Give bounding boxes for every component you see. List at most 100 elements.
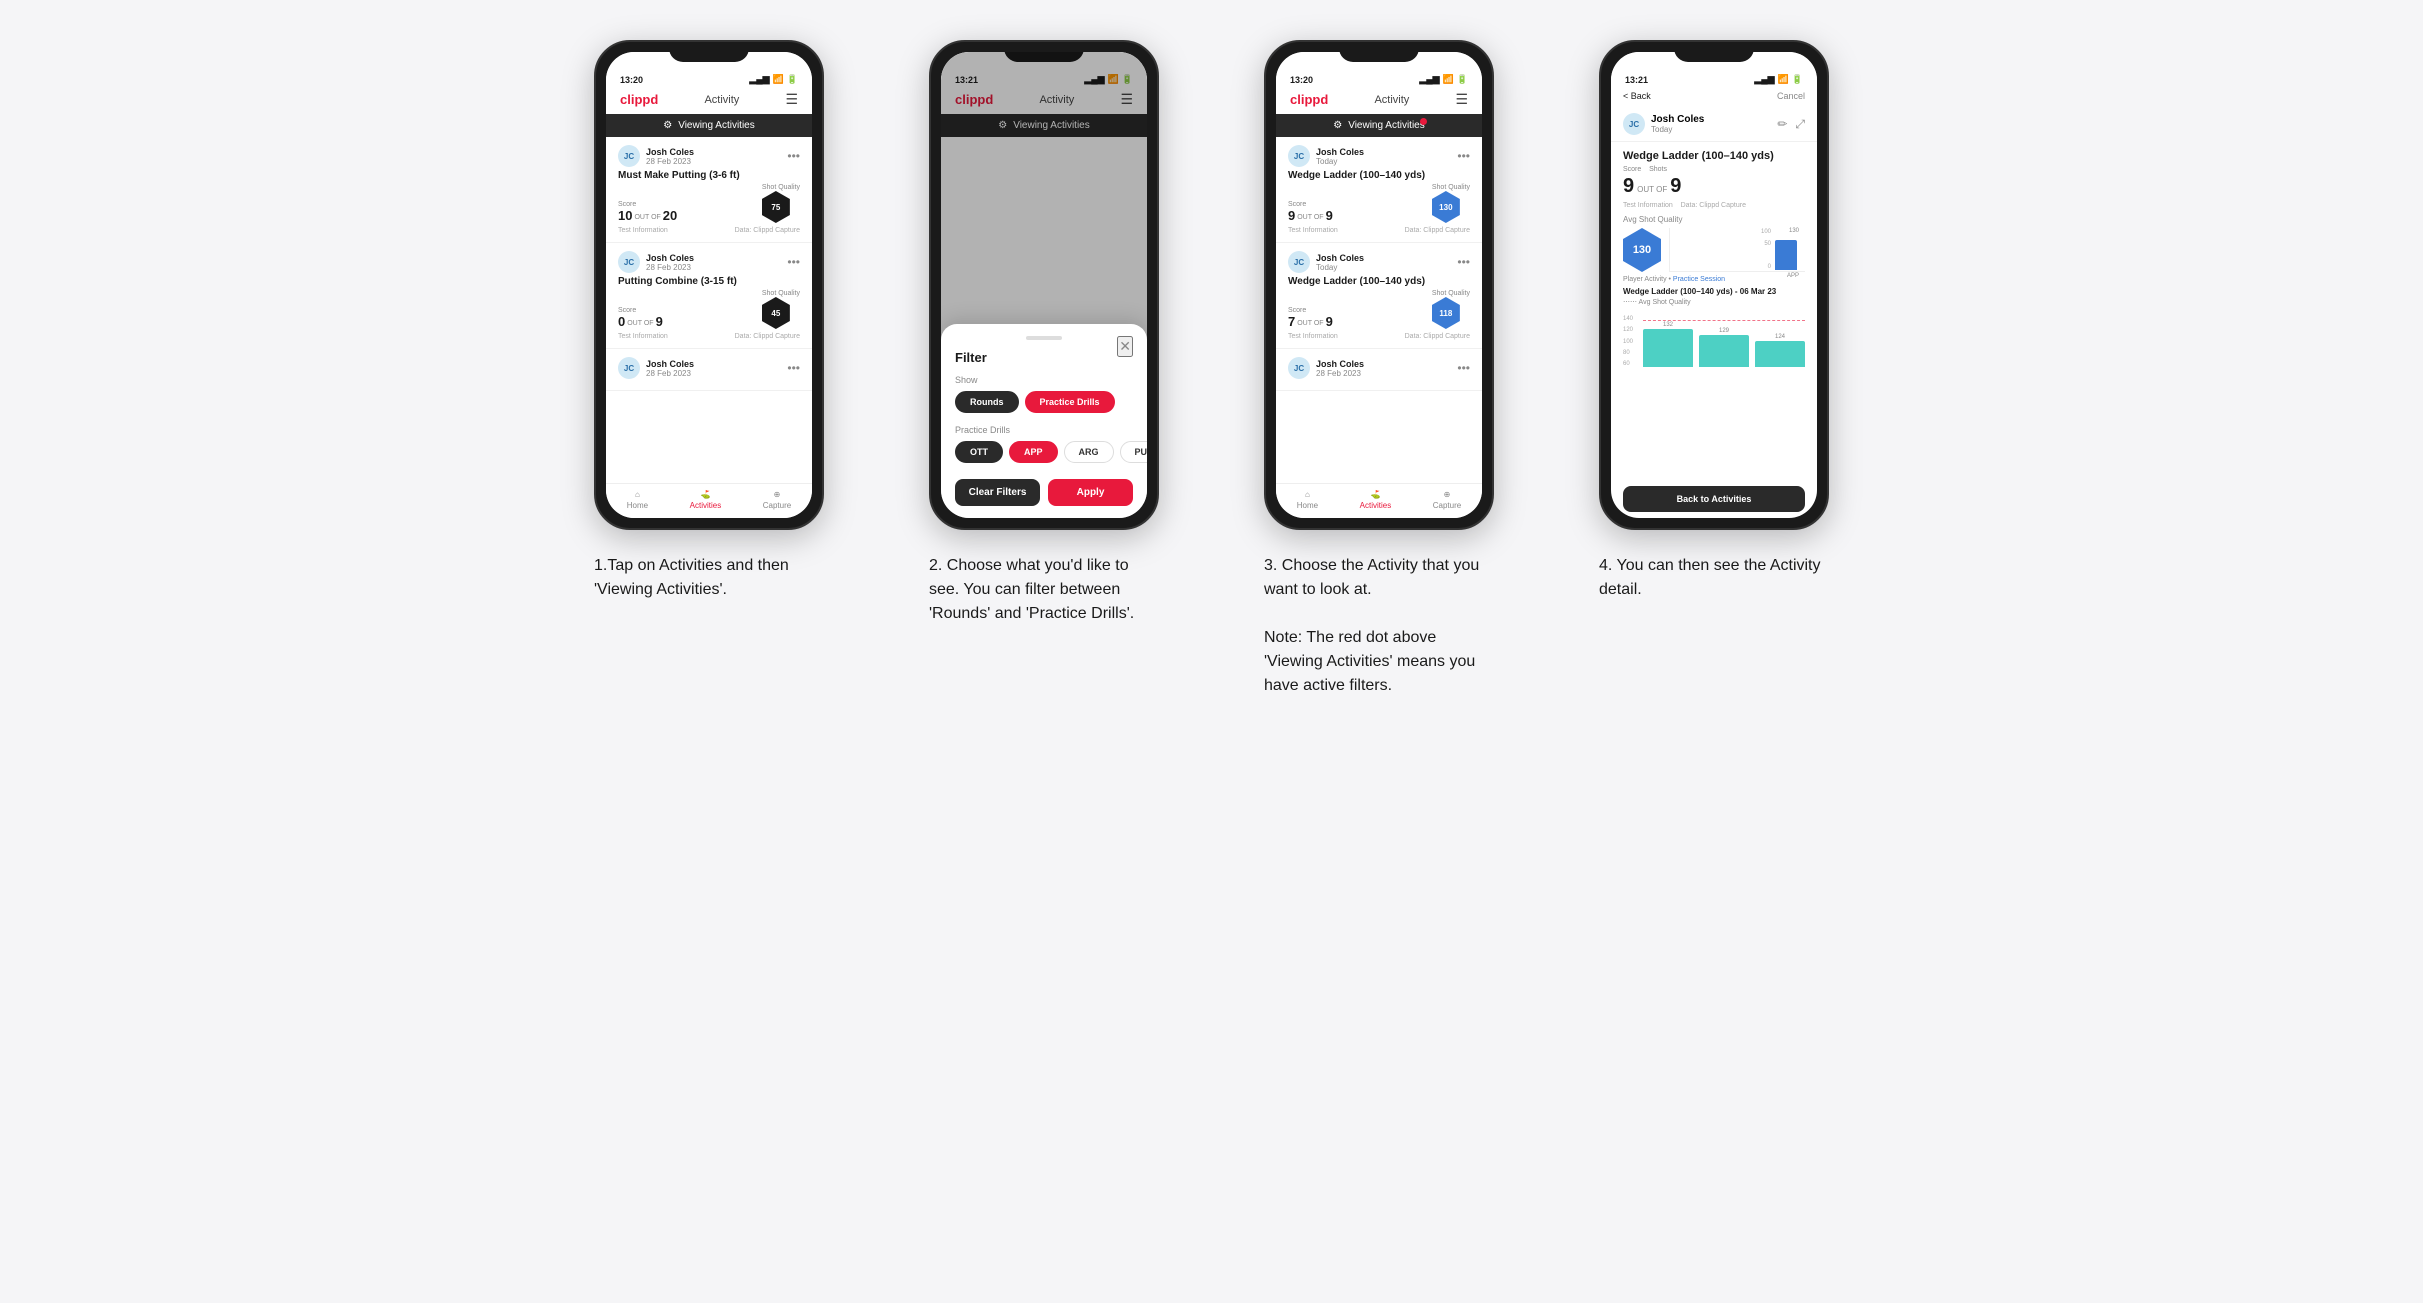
- bar-fill-3-4: [1755, 341, 1805, 367]
- chart-y-0-4: 0: [1768, 264, 1771, 270]
- page-wrapper: 13:20 ▂▄▆ 📶 🔋 clippd Activity ☰ ⚙ Vi: [562, 40, 1862, 698]
- score-value-3-2: 7: [1288, 314, 1295, 329]
- card-footer-3-1: Test Information Data: Clippd Capture: [1288, 227, 1470, 234]
- viewing-bar-1[interactable]: ⚙ Viewing Activities: [606, 114, 812, 137]
- user-info-3-3: Josh Coles 28 Feb 2023: [1316, 359, 1457, 378]
- card-dots-3-3[interactable]: •••: [1457, 361, 1470, 375]
- filter-tag-ott[interactable]: OTT: [955, 441, 1003, 463]
- status-time-1: 13:20: [620, 75, 643, 85]
- score-value-1-1: 10: [618, 208, 632, 223]
- bar-fill-2-4: [1699, 335, 1749, 367]
- capture-label-1: Capture: [763, 501, 791, 510]
- wifi-icon-4: 📶: [1778, 74, 1789, 85]
- nav-activities-3[interactable]: ⛳ Activities: [1360, 490, 1392, 510]
- expand-icon-4[interactable]: ⤢: [1795, 117, 1805, 132]
- sq-hex-3-2: 118: [1432, 297, 1460, 329]
- user-date-3-3: 28 Feb 2023: [1316, 369, 1457, 378]
- activity-card-3-1[interactable]: JC Josh Coles Today ••• Wedge Ladder (10…: [1276, 137, 1482, 243]
- edit-icon-4[interactable]: ✏: [1777, 117, 1787, 132]
- detail-shots-4: 9: [1670, 175, 1681, 198]
- filter-tag-arg[interactable]: ARG: [1064, 441, 1114, 463]
- activity-card-3-3[interactable]: JC Josh Coles 28 Feb 2023 •••: [1276, 349, 1482, 391]
- card-dots-1-1[interactable]: •••: [787, 149, 800, 163]
- clear-filters-button[interactable]: Clear Filters: [955, 479, 1040, 506]
- viewing-label-1: Viewing Activities: [678, 120, 755, 131]
- bar-chart-section-4: Wedge Ladder (100–140 yds) - 06 Mar 23 ⋯…: [1623, 287, 1805, 367]
- detail-user-left-4: JC Josh Coles Today: [1623, 113, 1704, 135]
- user-name-3-1: Josh Coles: [1316, 147, 1457, 157]
- bar-fill-1-4: [1643, 329, 1693, 367]
- card-dots-1-3[interactable]: •••: [787, 361, 800, 375]
- back-to-activities-btn-4[interactable]: Back to Activities: [1623, 486, 1805, 512]
- status-icons-3: ▂▄▆ 📶 🔋: [1419, 74, 1468, 85]
- filter-icon-3: ⚙: [1333, 120, 1342, 131]
- nav-home-3[interactable]: ⌂ Home: [1297, 490, 1318, 510]
- nav-home-1[interactable]: ⌂ Home: [627, 490, 648, 510]
- phone-column-1: 13:20 ▂▄▆ 📶 🔋 clippd Activity ☰ ⚙ Vi: [562, 40, 857, 698]
- phone-4: 13:21 ▂▄▆ 📶 🔋 < Back Cancel JC: [1599, 40, 1829, 530]
- phone-3-inner: 13:20 ▂▄▆ 📶 🔋 clippd Activity ☰ ⚙ Vi: [1276, 52, 1482, 518]
- bar-value-2-4: 129: [1719, 328, 1729, 334]
- card-dots-1-2[interactable]: •••: [787, 255, 800, 269]
- avg-shot-hex-4: 130: [1623, 228, 1661, 272]
- card-footer-1-1: Test Information Data: Clippd Capture: [618, 227, 800, 234]
- card-stats-1-2: Score 0 OUT OF 9 Shot Quality 45: [618, 290, 800, 329]
- sq-hex-3-1: 130: [1432, 191, 1460, 223]
- filter-rounds-pill[interactable]: Rounds: [955, 391, 1019, 413]
- test-info-1-1: Test Information: [618, 227, 668, 234]
- nav-activities-1[interactable]: ⛳ Activities: [690, 490, 722, 510]
- card-dots-3-2[interactable]: •••: [1457, 255, 1470, 269]
- phone-column-4: 13:21 ▂▄▆ 📶 🔋 < Back Cancel JC: [1567, 40, 1862, 698]
- avatar-3-2: JC: [1288, 251, 1310, 273]
- user-name-1-2: Josh Coles: [646, 253, 787, 263]
- card-footer-3-2: Test Information Data: Clippd Capture: [1288, 333, 1470, 340]
- nav-capture-1[interactable]: ⊕ Capture: [763, 490, 791, 510]
- user-name-3-2: Josh Coles: [1316, 253, 1457, 263]
- capture-label-3: Capture: [1433, 501, 1461, 510]
- avatar-3-1: JC: [1288, 145, 1310, 167]
- sq-group-1-1: Shot Quality 75: [762, 184, 800, 223]
- detail-test-info-4: Test Information Data: Clippd Capture: [1623, 202, 1805, 209]
- viewing-bar-3[interactable]: ⚙ Viewing Activities: [1276, 114, 1482, 137]
- activity-card-1-2[interactable]: JC Josh Coles 28 Feb 2023 ••• Putting Co…: [606, 243, 812, 349]
- activity-card-1-1[interactable]: JC Josh Coles 28 Feb 2023 ••• Must Make …: [606, 137, 812, 243]
- apply-button[interactable]: Apply: [1048, 479, 1133, 506]
- chart-bar-label-4: 130: [1789, 228, 1799, 234]
- filter-tag-app[interactable]: APP: [1009, 441, 1058, 463]
- card-stats-3-2: Score 7 OUT OF 9 Shot Quality 118: [1288, 290, 1470, 329]
- user-info-1-2: Josh Coles 28 Feb 2023: [646, 253, 787, 272]
- card-title-1-2: Putting Combine (3-15 ft): [618, 276, 800, 287]
- filter-tag-putt[interactable]: PUTT: [1120, 441, 1147, 463]
- data-capture-1-1: Data: Clippd Capture: [735, 227, 800, 234]
- sq-label-3-1: Shot Quality: [1432, 184, 1470, 191]
- menu-icon-1[interactable]: ☰: [785, 91, 798, 108]
- filter-close-button[interactable]: ✕: [1117, 336, 1133, 357]
- back-button-4[interactable]: < Back: [1623, 91, 1651, 101]
- user-date-1-2: 28 Feb 2023: [646, 263, 787, 272]
- cancel-button-4[interactable]: Cancel: [1777, 91, 1805, 101]
- menu-icon-3[interactable]: ☰: [1455, 91, 1468, 108]
- nav-capture-3[interactable]: ⊕ Capture: [1433, 490, 1461, 510]
- logo-3[interactable]: clippd: [1290, 92, 1328, 107]
- home-label-1: Home: [627, 501, 648, 510]
- battery-icon-4: 🔋: [1792, 74, 1803, 85]
- bar-chart-container-4: 140 120 100 80 60 132: [1623, 312, 1805, 367]
- chart-x-label-4: APP: [1787, 273, 1799, 279]
- logo-1[interactable]: clippd: [620, 92, 658, 107]
- detail-user-row-4: JC Josh Coles Today ✏ ⤢: [1611, 107, 1817, 142]
- user-date-3-1: Today: [1316, 157, 1457, 166]
- card-dots-3-1[interactable]: •••: [1457, 149, 1470, 163]
- notch-1: [669, 42, 749, 62]
- activity-card-1-3[interactable]: JC Josh Coles 28 Feb 2023 •••: [606, 349, 812, 391]
- filter-drills-pill[interactable]: Practice Drills: [1025, 391, 1115, 413]
- score-group-3-1: Score 9 OUT OF 9: [1288, 201, 1333, 223]
- outof-3-1: OUT OF: [1297, 214, 1323, 223]
- test-info-1-2: Test Information: [618, 333, 668, 340]
- mini-chart-4: 130 APP 100 50 0: [1669, 228, 1805, 272]
- activity-card-3-2[interactable]: JC Josh Coles Today ••• Wedge Ladder (10…: [1276, 243, 1482, 349]
- card-footer-1-2: Test Information Data: Clippd Capture: [618, 333, 800, 340]
- detail-user-name-4: Josh Coles: [1651, 114, 1704, 125]
- nav-title-3: Activity: [1374, 94, 1409, 106]
- activities-icon-1: ⛳: [700, 490, 710, 499]
- score-group-3-2: Score 7 OUT OF 9: [1288, 307, 1333, 329]
